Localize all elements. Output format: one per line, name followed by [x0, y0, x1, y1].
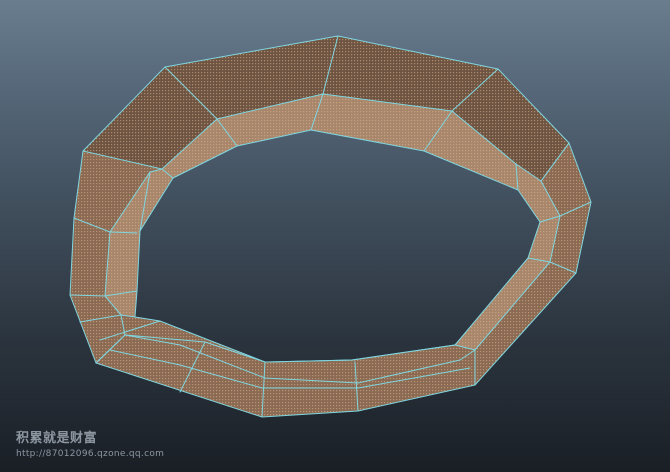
ring-mesh: [69, 35, 592, 418]
watermark-title: 积累就是财富: [16, 431, 98, 446]
ring-dot-texture: [70, 36, 591, 417]
watermark-url: http://87012096.qzone.qq.com: [16, 449, 165, 459]
watermark: 积累就是财富 http://87012096.qzone.qq.com: [16, 432, 164, 459]
maya-viewport[interactable]: 积累就是财富 http://87012096.qzone.qq.com: [0, 0, 670, 472]
